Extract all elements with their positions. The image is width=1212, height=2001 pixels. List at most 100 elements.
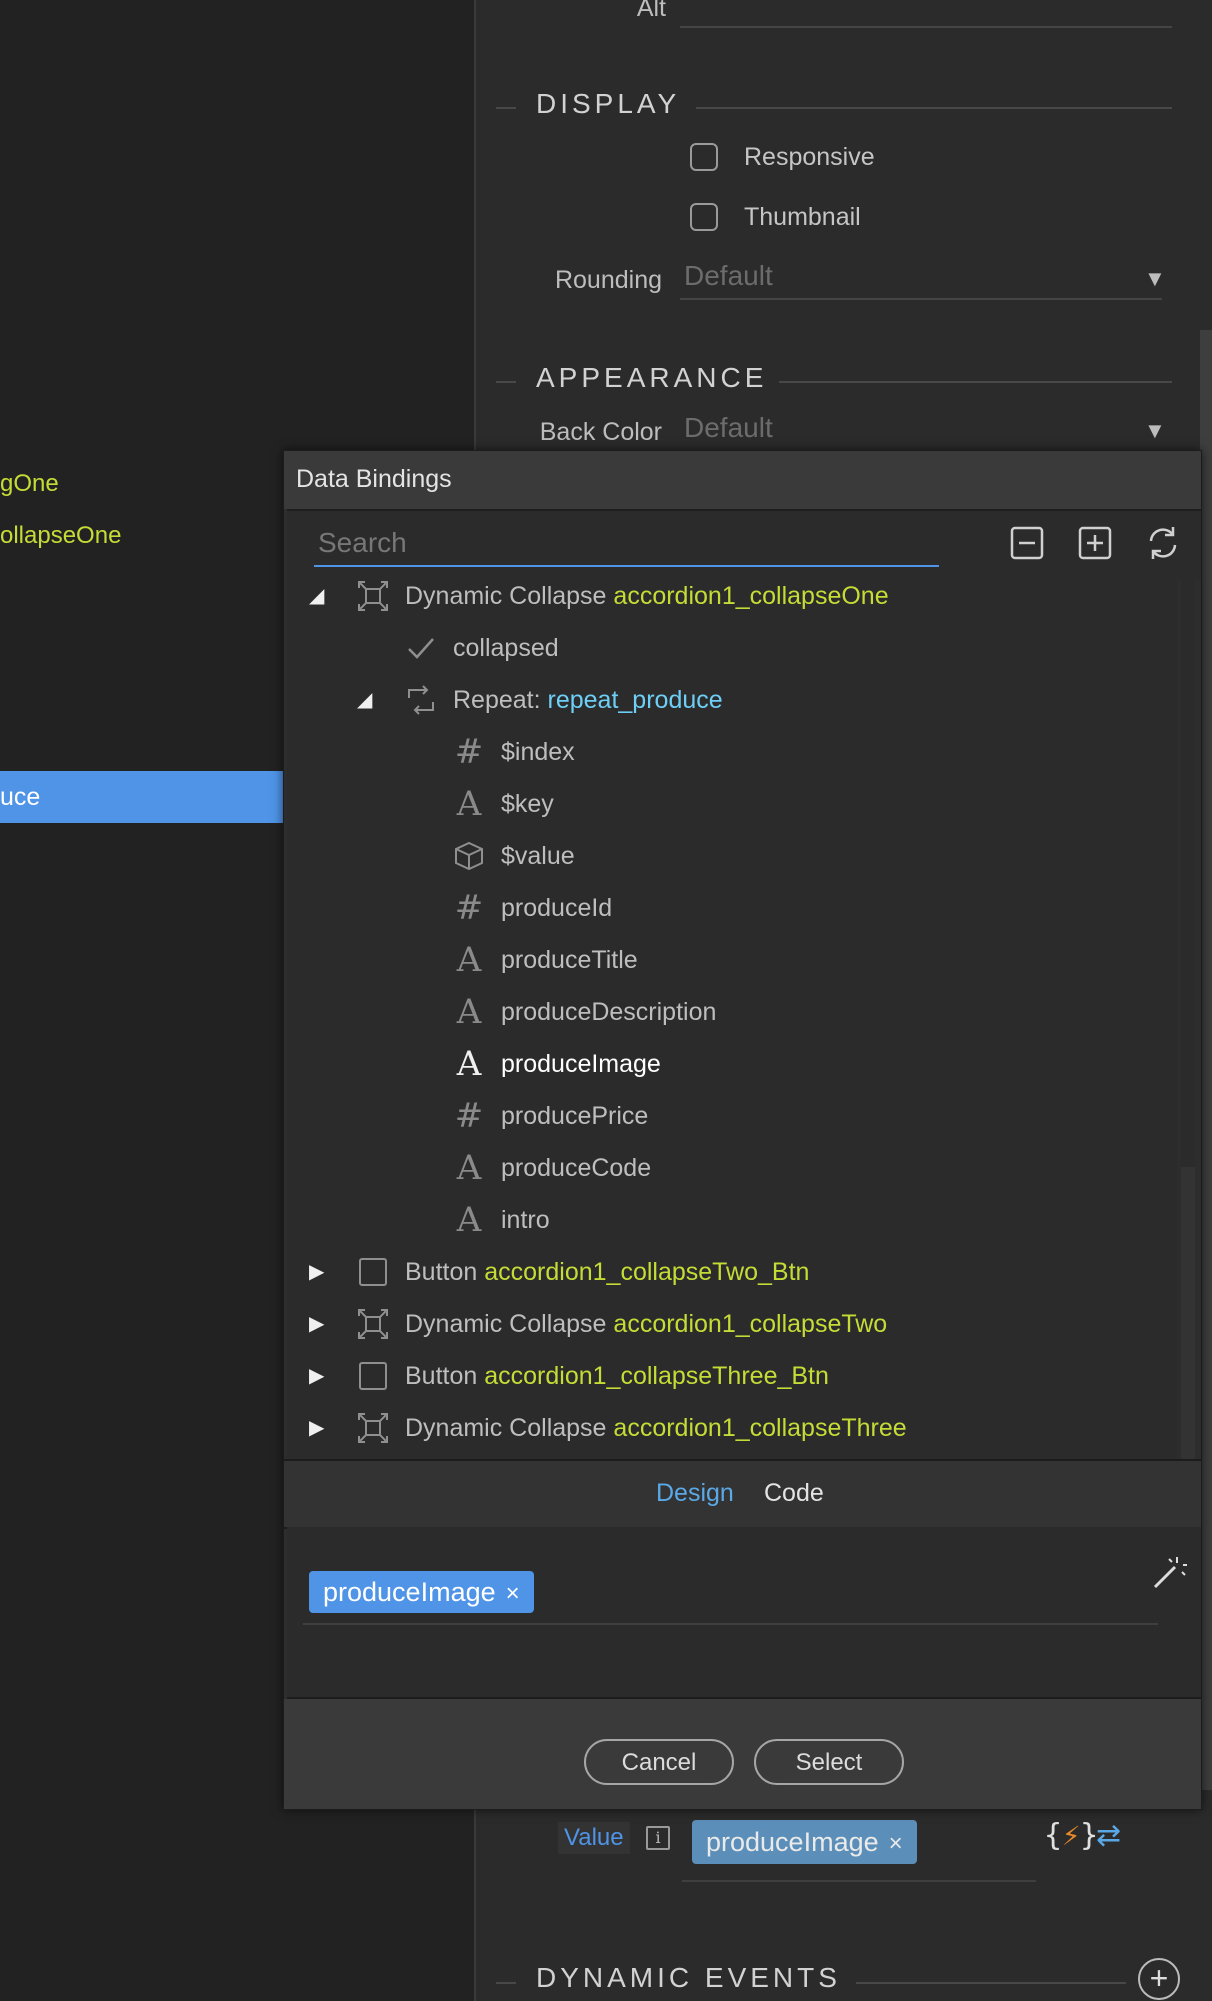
dialog-title: Data Bindings (296, 465, 452, 493)
tree-row-label: produceDescription (501, 987, 716, 1037)
button-icon (359, 1362, 387, 1390)
select-button[interactable]: Select (754, 1739, 904, 1785)
tree-row[interactable]: # producePrice (287, 1091, 1177, 1141)
tree-row-name: repeat_produce (547, 686, 723, 714)
collapse-arrow-icon[interactable]: ◢ (357, 675, 372, 725)
value-label[interactable]: Value (558, 1822, 630, 1854)
alt-input[interactable] (680, 26, 1172, 28)
tree-row[interactable]: AproduceCode (287, 1143, 1177, 1193)
section-divider (696, 107, 1172, 109)
info-icon[interactable]: i (646, 1826, 670, 1850)
tree-row-label: produceCode (501, 1143, 651, 1193)
tree-row-label: collapsed (453, 623, 559, 673)
dropdown-arrow-icon[interactable]: ▼ (1144, 418, 1166, 444)
remove-chip-icon[interactable]: × (506, 1580, 520, 1607)
tree-row-type: Dynamic Collapse (405, 1310, 614, 1338)
tree-row[interactable]: AproduceDescription (287, 987, 1177, 1037)
expand-all-icon[interactable] (1075, 523, 1115, 563)
collapse-all-icon[interactable] (1007, 523, 1047, 563)
tree-row-label: Dynamic Collapse accordion1_collapseOne (405, 577, 889, 621)
search-input[interactable] (314, 521, 939, 567)
expand-arrow-icon[interactable]: ▶ (309, 1351, 324, 1401)
tree-row[interactable]: Aintro (287, 1195, 1177, 1245)
text-icon: A (456, 1044, 482, 1084)
search-bar (287, 509, 1201, 579)
expand-arrow-icon[interactable]: ▶ (309, 1247, 324, 1297)
expand-arrow-icon[interactable]: ▶ (309, 1403, 324, 1453)
dropdown-arrow-icon[interactable]: ▼ (1144, 266, 1166, 292)
tab-code[interactable]: Code (764, 1479, 824, 1508)
text-icon: A (456, 992, 482, 1032)
tree-row-label: $key (501, 779, 554, 829)
expression-chip-label: produceImage (323, 1577, 496, 1607)
tree-row-name: accordion1_collapseThree (613, 1414, 907, 1442)
repeat-icon (408, 685, 434, 715)
tree-row[interactable]: A $key (287, 779, 1177, 829)
tree-row-label: Repeat: repeat_produce (453, 675, 723, 725)
mode-tabs: Design Code (284, 1459, 1201, 1529)
tree-row-type: $value (501, 842, 575, 870)
cancel-button[interactable]: Cancel (584, 1739, 734, 1785)
back-color-select[interactable]: Default (680, 412, 1162, 450)
remove-chip-icon[interactable]: × (889, 1830, 903, 1857)
magic-wand-icon[interactable] (1149, 1553, 1189, 1593)
tree-item-selected[interactable]: uce (0, 771, 283, 823)
tree-row-label: Dynamic Collapse accordion1_collapseTwo (405, 1299, 887, 1349)
display-section-title: DISPLAY (524, 88, 693, 120)
tree-row[interactable]: ▶ Button accordion1_collapseTwo_Btn (287, 1247, 1177, 1297)
rounding-value: Default (684, 260, 773, 291)
thumbnail-checkbox[interactable] (690, 203, 718, 231)
section-divider (496, 381, 516, 383)
tree-row-label: intro (501, 1195, 550, 1245)
section-divider (856, 1982, 1126, 1984)
number-icon: # (454, 1096, 484, 1136)
dialog-header: Data Bindings (284, 451, 1201, 509)
tree-row[interactable]: $value (287, 831, 1177, 881)
text-icon: A (456, 1148, 482, 1188)
rounding-select[interactable]: Default (680, 260, 1162, 300)
add-event-icon[interactable]: + (1138, 1958, 1180, 2000)
expression-editor[interactable]: produceImage × (287, 1527, 1201, 1699)
tree-row[interactable]: ▶ Dynamic Collapse accordion1_collapseTw… (287, 1299, 1177, 1349)
text-icon: A (456, 940, 482, 980)
section-divider (496, 107, 516, 109)
tree-row[interactable]: # produceId (287, 883, 1177, 933)
expression-chip[interactable]: produceImage × (309, 1571, 534, 1613)
tree-item-heading-one[interactable]: gOne (0, 470, 59, 498)
back-color-label: Back Color (539, 418, 662, 446)
tree-row-label: produceId (501, 883, 612, 933)
data-bindings-dialog: Data Bindings ◢ (283, 450, 1202, 1810)
text-icon: A (456, 784, 482, 824)
tree-row[interactable]: ◢ Repeat: repeat_produce (287, 675, 1177, 725)
check-icon (408, 638, 434, 659)
refresh-icon[interactable] (1143, 523, 1183, 563)
tree-scrollbar[interactable] (1181, 577, 1195, 1459)
collapse-arrow-icon[interactable]: ◢ (309, 577, 324, 621)
expand-arrow-icon[interactable]: ▶ (309, 1299, 324, 1349)
tree-row[interactable]: ▶ Button accordion1_collapseThree_Btn (287, 1351, 1177, 1401)
tree-row[interactable]: # $index (287, 727, 1177, 777)
tree-row-type: Dynamic Collapse (405, 1414, 614, 1442)
tree-row-type: produceDescription (501, 998, 717, 1026)
tree-scrollbar-track (1181, 577, 1195, 1167)
tree-row[interactable]: AproduceTitle (287, 935, 1177, 985)
responsive-checkbox[interactable] (690, 143, 718, 171)
dynamic-data-icon[interactable]: {⚡} (1044, 1818, 1098, 1853)
tree-row[interactable]: collapsed (287, 623, 1177, 673)
section-divider (496, 1982, 516, 1984)
object-icon (455, 841, 483, 871)
responsive-label: Responsive (744, 143, 875, 171)
tree-row[interactable]: AproduceImage (287, 1039, 1177, 1089)
tree-row[interactable]: ▶ Dynamic Collapse accordion1_collapseTh… (287, 1403, 1177, 1453)
appearance-section-title: APPEARANCE (524, 362, 780, 394)
value-binding-chip[interactable]: produceImage × (692, 1820, 917, 1864)
tree-row-name: accordion1_collapseOne (613, 582, 889, 610)
tree-row[interactable]: ◢ Dynamic Collapse accordion1_collapseOn… (287, 577, 1177, 621)
tree-item-collapse-one[interactable]: ollapseOne (0, 522, 121, 550)
tree-row-type: produceId (501, 894, 613, 922)
shuffle-icon[interactable]: ⇄ (1096, 1818, 1121, 1853)
tree-row-name: accordion1_collapseThree_Btn (484, 1362, 829, 1390)
alt-label: Alt (636, 0, 666, 22)
tab-design[interactable]: Design (656, 1479, 734, 1508)
tree-row-type: produceImage (501, 1050, 661, 1078)
